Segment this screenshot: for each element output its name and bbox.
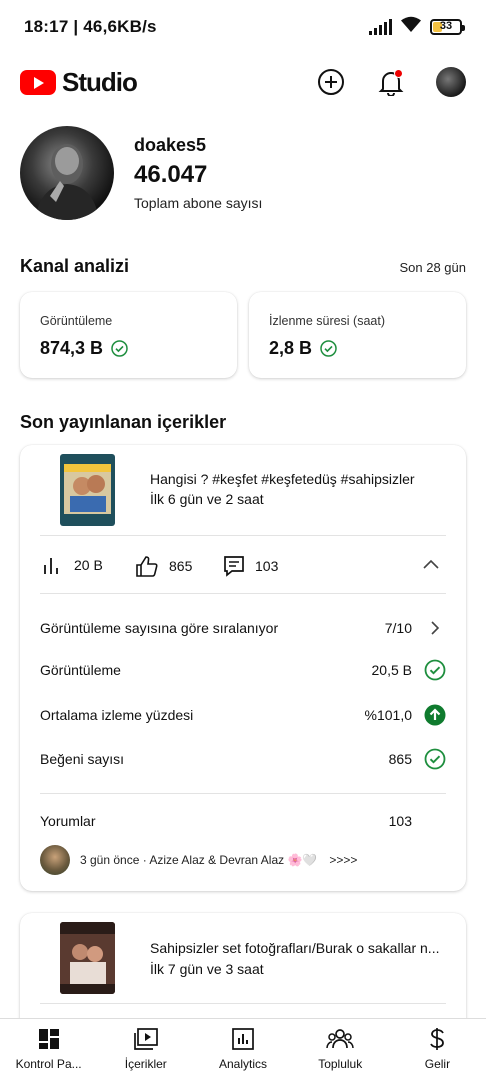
youtube-logo-icon [20,69,56,95]
video-thumbnail[interactable] [60,454,115,526]
plus-circle-icon [318,69,344,95]
community-icon [326,1028,354,1050]
divider [40,535,446,536]
commenter-avatar [40,845,70,875]
header-actions [316,67,466,97]
avg-view-percent-label: Ortalama izleme yüzdesi [40,707,194,723]
nav-earn[interactable]: Gelir [389,1019,486,1080]
status-icons: 33 [369,16,465,38]
status-bar: 18:17 | 46,6KB/s 33 [0,0,486,54]
views-metric-label: Görüntüleme [40,314,113,328]
thumbs-up-icon [136,556,158,577]
collapse-button[interactable] [422,557,440,575]
views-metric-value: 874,3 B [40,338,104,358]
divider [40,1003,446,1004]
watchtime-metric-label: İzlenme süresi (saat) [269,314,386,328]
nav-analytics[interactable]: Analytics [194,1019,291,1080]
nav-community[interactable]: Topluluk [292,1019,389,1080]
comments-row[interactable]: Yorumlar 103 [40,813,446,829]
chevron-right-icon [424,617,446,639]
channel-header: doakes5 46.047 Toplam abone sayısı [20,126,262,220]
arrow-up-circle-icon [424,704,446,726]
check-circle-icon [320,340,337,357]
subscriber-label: Toplam abone sayısı [134,195,263,211]
video-age: İlk 6 gün ve 2 saat [150,491,264,507]
watchtime-metric-card[interactable]: İzlenme süresi (saat) 2,8 B [249,292,466,378]
account-avatar[interactable] [436,67,466,97]
ranking-value: 7/10 [384,620,412,636]
channel-avatar [20,126,114,220]
dashboard-icon [38,1028,60,1050]
bottom-navigation: Kontrol Pa... İçerikler Analytics Toplul… [0,1018,486,1080]
chevron-up-icon [423,559,439,569]
analytics-icon [232,1028,254,1050]
watchtime-metric-value: 2,8 B [269,338,313,358]
video-age: İlk 7 gün ve 3 saat [150,961,264,977]
ranking-row[interactable]: Görüntüleme sayısına göre sıralanıyor 7/… [40,617,446,639]
likes-label: Beğeni sayısı [40,751,125,767]
comment-more: >>>> [329,853,358,867]
latest-comment[interactable]: 3 gün önce · Azize Alaz & Devran Alaz 🌸🤍… [40,845,357,875]
channel-name: doakes5 [134,135,207,155]
views-metric-card[interactable]: Görüntüleme 874,3 B [20,292,237,378]
video-views-stat: 20 B [42,555,103,575]
views-row: Görüntüleme 20,5 B [40,659,446,681]
video-title[interactable]: Hangisi ? #keşfet #keşfetedüş #sahipsizl… [150,471,415,487]
earn-icon [428,1028,446,1050]
studio-logo[interactable]: Studio [20,66,138,98]
create-button[interactable] [316,67,346,97]
nav-content-label: İçerikler [124,1057,167,1071]
logo-text: Studio [62,66,138,97]
views-value: 20,5 B [371,662,412,678]
status-time-speed: 18:17 | 46,6KB/s [24,17,157,36]
ranking-label: Görüntüleme sayısına göre sıralanıyor [40,620,279,636]
analytics-period: Son 28 gün [399,260,466,275]
nav-dashboard[interactable]: Kontrol Pa... [0,1019,97,1080]
battery-icon: 33 [430,19,465,35]
subscriber-count: 46.047 [134,161,208,188]
comment-text: 3 gün önce · Azize Alaz & Devran Alaz 🌸🤍 [80,853,318,867]
video-likes-stat: 865 [135,555,192,577]
comments-value: 103 [388,813,412,829]
nav-dashboard-label: Kontrol Pa... [15,1057,82,1071]
app-header: Studio [0,54,486,110]
video-comments-value: 103 [255,558,279,574]
video-thumbnail[interactable] [60,922,115,994]
nav-earn-label: Gelir [424,1057,451,1071]
nav-analytics-label: Analytics [218,1057,268,1071]
studio-screen: 18:17 | 46,6KB/s 33 Studio doakes5 46.04… [0,0,486,1080]
notification-dot [394,69,403,78]
divider [40,593,446,594]
views-label: Görüntüleme [40,662,121,678]
recent-video-card: Hangisi ? #keşfet #keşfetedüş #sahipsizl… [20,445,466,891]
analytics-title: Kanal analizi [20,256,130,276]
check-circle-icon [111,340,128,357]
views-bar-icon [44,558,58,574]
avg-view-percent-value: %101,0 [364,707,412,723]
check-circle-icon [424,659,446,681]
video-comments-stat: 103 [223,555,278,577]
likes-row: Beğeni sayısı 865 [40,748,446,770]
likes-value: 865 [388,751,412,767]
signal-icon [369,19,392,35]
divider [40,793,446,794]
content-icon [133,1028,158,1050]
battery-level: 33 [439,20,453,32]
video-views-value: 20 B [74,557,103,573]
video-likes-value: 865 [169,558,193,574]
nav-community-label: Topluluk [318,1057,363,1071]
wifi-icon [400,16,422,38]
video-title[interactable]: Sahipsizler set fotoğrafları/Burak o sak… [150,940,439,956]
recent-content-title: Son yayınlanan içerikler [20,412,227,432]
nav-content[interactable]: İçerikler [97,1019,194,1080]
avg-view-percent-row: Ortalama izleme yüzdesi %101,0 [40,704,446,726]
comments-label: Yorumlar [40,813,96,829]
comment-icon [224,556,244,577]
notifications-button[interactable] [376,67,406,97]
check-circle-icon [424,748,446,770]
